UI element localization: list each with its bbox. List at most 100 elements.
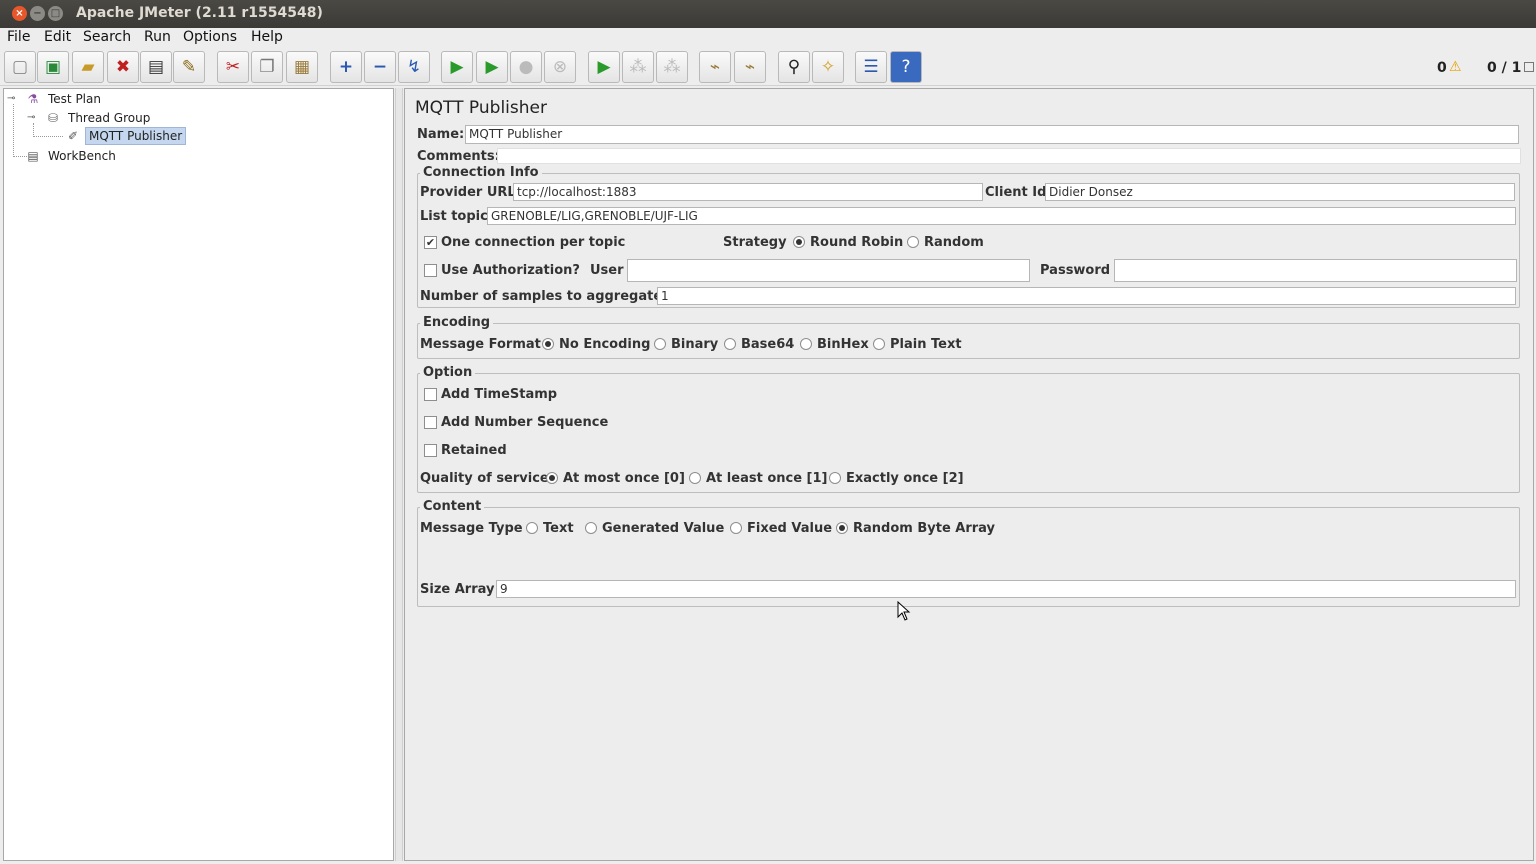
function-helper-icon[interactable]: ☰ <box>855 51 887 83</box>
menu-options[interactable]: Options <box>183 29 237 45</box>
retained-label: Retained <box>441 443 507 458</box>
templates-icon[interactable]: ▣ <box>37 51 69 83</box>
size-array-field[interactable]: 9 <box>496 580 1516 598</box>
clear-all-icon[interactable]: ⌁ <box>734 51 766 83</box>
base64-radio[interactable] <box>724 338 736 350</box>
binhex-radio[interactable] <box>800 338 812 350</box>
comments-label: Comments: <box>417 149 500 164</box>
stop-icon[interactable]: ● <box>510 51 542 83</box>
tree-item-mqtt-publisher[interactable]: ✐ MQTT Publisher <box>65 127 187 145</box>
qos-at-most-once-label: At most once [0] <box>563 471 685 486</box>
no-encoding-radio[interactable] <box>542 338 554 350</box>
collapse-icon[interactable]: − <box>364 51 396 83</box>
qos-at-most-once-radio[interactable] <box>546 472 558 484</box>
type-random-byte-array-radio[interactable] <box>836 522 848 534</box>
search-icon[interactable]: ⚲ <box>778 51 810 83</box>
size-array-label: Size Array <box>420 582 495 597</box>
retained-checkbox[interactable] <box>424 444 437 457</box>
menu-search[interactable]: Search <box>83 29 131 45</box>
use-authorization-checkbox[interactable] <box>424 264 437 277</box>
menu-edit[interactable]: Edit <box>44 29 71 45</box>
test-plan-tree: ⊸ ⚗ Test Plan ⊸ ⛁ Thread Group ✐ MQTT Pu… <box>3 88 394 861</box>
save-icon[interactable]: ▤ <box>140 51 172 83</box>
save-as-icon[interactable]: ✎ <box>173 51 205 83</box>
type-fixed-value-radio[interactable] <box>730 522 742 534</box>
remote-stop-icon[interactable]: ⁂ <box>622 51 654 83</box>
remote-start-icon[interactable]: ▶ <box>588 51 620 83</box>
qos-at-least-once-radio[interactable] <box>689 472 701 484</box>
add-timestamp-checkbox[interactable] <box>424 388 437 401</box>
connection-info-legend: Connection Info <box>420 165 542 180</box>
round-robin-radio[interactable] <box>793 236 805 248</box>
plain-text-label: Plain Text <box>890 337 962 352</box>
window-title: Apache JMeter (2.11 r1554548) <box>76 5 323 21</box>
title-bar: × − □ Apache JMeter (2.11 r1554548) <box>0 0 1536 28</box>
help-icon[interactable]: ? <box>890 51 922 83</box>
option-legend: Option <box>420 365 476 380</box>
menu-help[interactable]: Help <box>251 29 283 45</box>
maximize-window-icon[interactable]: □ <box>48 6 63 21</box>
name-label: Name: <box>417 127 465 142</box>
random-radio[interactable] <box>907 236 919 248</box>
cut-icon[interactable]: ✂ <box>217 51 249 83</box>
one-connection-checkbox[interactable]: ✔ <box>424 236 437 249</box>
collapse-toggle-icon[interactable]: ⊸ <box>27 112 35 123</box>
start-icon[interactable]: ▶ <box>441 51 473 83</box>
client-id-field[interactable]: Didier Donsez <box>1045 183 1515 201</box>
binhex-label: BinHex <box>817 337 869 352</box>
add-number-sequence-checkbox[interactable] <box>424 416 437 429</box>
binary-label: Binary <box>671 337 719 352</box>
split-pane-divider[interactable] <box>395 88 403 861</box>
reset-search-icon[interactable]: ✧ <box>812 51 844 83</box>
password-field[interactable] <box>1114 259 1517 282</box>
mouse-cursor-icon <box>897 601 911 621</box>
close-window-icon[interactable]: × <box>12 6 27 21</box>
toggle-icon[interactable]: ↯ <box>398 51 430 83</box>
menu-file[interactable]: File <box>7 29 30 45</box>
start-no-timers-icon[interactable]: ▶ <box>476 51 508 83</box>
type-generated-value-label: Generated Value <box>602 521 725 536</box>
tree-item-workbench[interactable]: ▤ WorkBench <box>25 147 119 165</box>
new-icon[interactable]: ▢ <box>4 51 36 83</box>
menu-run[interactable]: Run <box>144 29 171 45</box>
qos-exactly-once-label: Exactly once [2] <box>846 471 964 486</box>
provider-url-field[interactable]: tcp://localhost:1883 <box>513 183 983 201</box>
type-text-radio[interactable] <box>526 522 538 534</box>
list-topic-field[interactable]: GRENOBLE/LIG,GRENOBLE/UJF-LIG <box>487 207 1516 225</box>
content-legend: Content <box>420 499 485 514</box>
client-id-label: Client Id <box>985 185 1047 200</box>
comments-field[interactable] <box>497 148 1521 164</box>
shutdown-icon[interactable]: ⊗ <box>544 51 576 83</box>
warning-icon[interactable]: ⚠ <box>1449 59 1462 75</box>
type-generated-value-radio[interactable] <box>585 522 597 534</box>
copy-icon[interactable]: ❐ <box>251 51 283 83</box>
close-icon[interactable]: ✖ <box>107 51 139 83</box>
samples-aggregate-field[interactable]: 1 <box>657 287 1516 305</box>
minimize-window-icon[interactable]: − <box>30 6 45 21</box>
one-connection-label: One connection per topic <box>441 235 626 250</box>
binary-radio[interactable] <box>654 338 666 350</box>
use-authorization-label: Use Authorization? <box>441 263 580 278</box>
status-indicator-icon <box>1524 62 1534 72</box>
clipboard-icon: ▤ <box>27 149 39 163</box>
type-random-byte-array-label: Random Byte Array <box>853 521 996 536</box>
user-field[interactable] <box>627 259 1030 282</box>
thread-count: 0 / 1 <box>1487 60 1522 76</box>
menu-bar: File Edit Search Run Options Help <box>0 28 1536 48</box>
paste-icon[interactable]: ▦ <box>286 51 318 83</box>
tree-item-thread-group[interactable]: ⛁ Thread Group <box>45 109 153 127</box>
remote-exit-icon[interactable]: ⁂ <box>656 51 688 83</box>
encoding-legend: Encoding <box>420 315 494 330</box>
collapse-toggle-icon[interactable]: ⊸ <box>7 93 15 104</box>
name-field[interactable]: MQTT Publisher <box>465 125 1519 144</box>
open-icon[interactable]: ▰ <box>72 51 104 83</box>
tree-item-test-plan[interactable]: ⚗ Test Plan <box>25 90 104 108</box>
plain-text-radio[interactable] <box>873 338 885 350</box>
round-robin-label: Round Robin <box>810 235 904 250</box>
clear-icon[interactable]: ⌁ <box>699 51 731 83</box>
qos-exactly-once-radio[interactable] <box>829 472 841 484</box>
user-label: User <box>590 263 624 278</box>
expand-icon[interactable]: + <box>330 51 362 83</box>
password-label: Password <box>1040 263 1111 278</box>
flask-icon: ⚗ <box>27 92 39 106</box>
